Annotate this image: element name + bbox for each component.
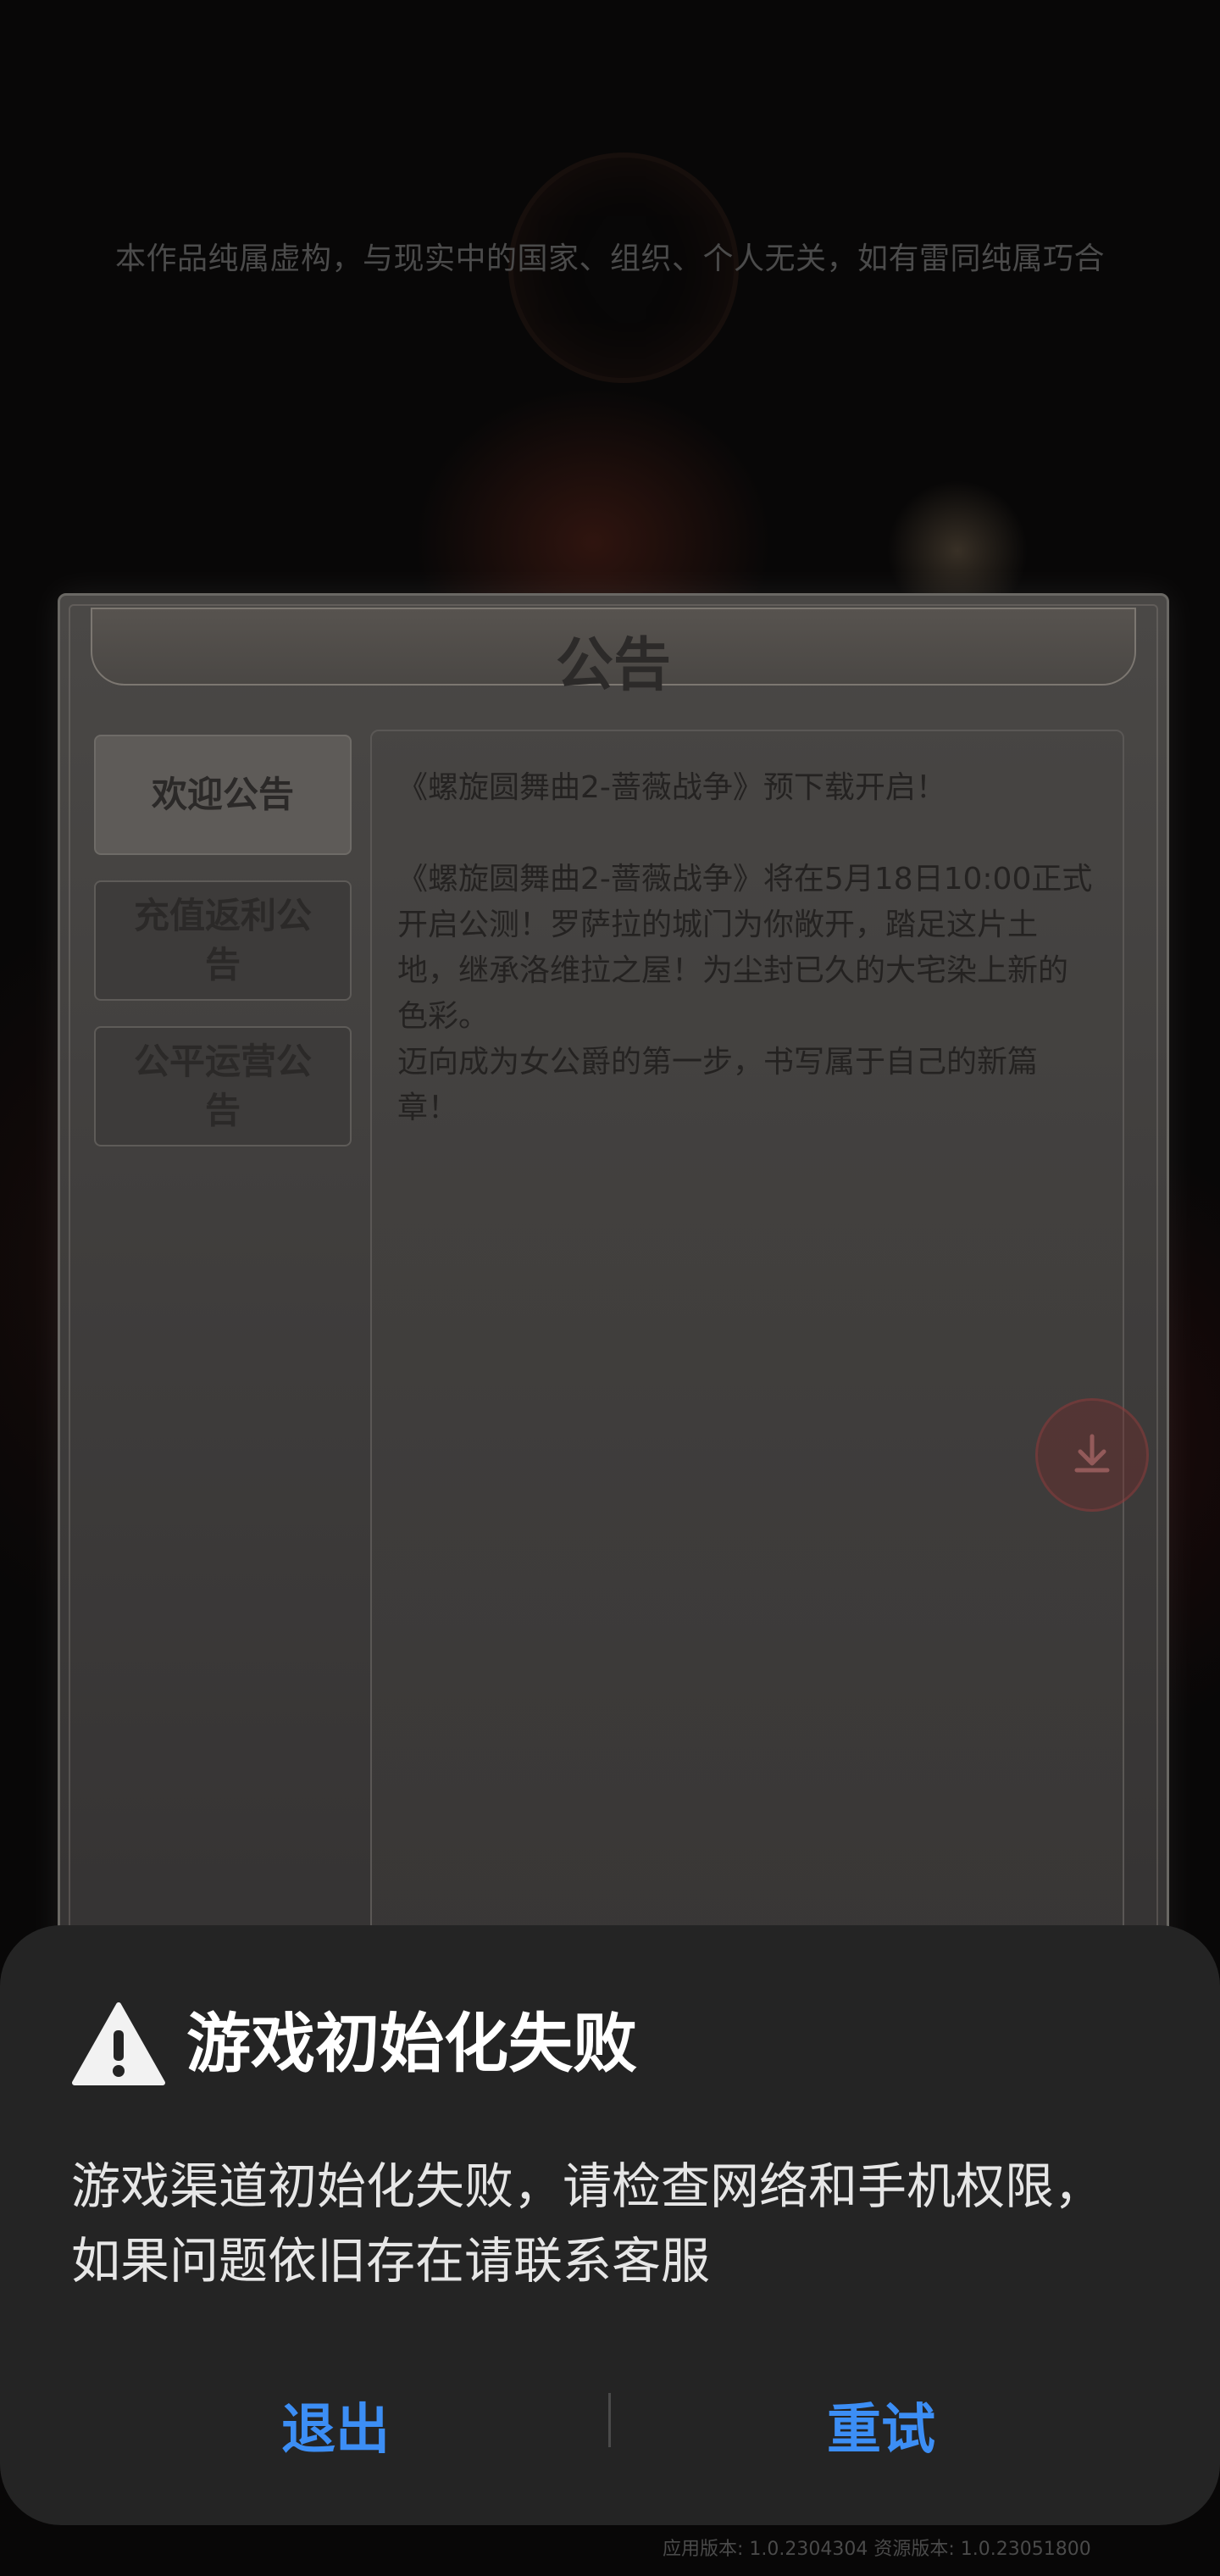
notice-panel: 公告 欢迎公告 充值返利公告 公平运营公告 《螺旋圆舞曲2-蔷薇战争》预下载开启… — [58, 593, 1169, 1971]
disclaimer-text: 本作品纯属虚构，与现实中的国家、组织、个人无关，如有雷同纯属巧合 — [114, 242, 1105, 276]
tab-recharge-rebate-notice[interactable]: 充值返利公告 — [94, 880, 352, 1001]
button-divider — [608, 2393, 611, 2447]
tab-fair-operation-notice[interactable]: 公平运营公告 — [94, 1026, 352, 1146]
notice-content: 《螺旋圆舞曲2-蔷薇战争》预下载开启！ 《螺旋圆舞曲2-蔷薇战争》将在5月18日… — [370, 730, 1124, 1950]
warning-icon — [72, 2002, 165, 2085]
retry-button[interactable]: 重试 — [644, 2374, 1118, 2476]
exit-button[interactable]: 退出 — [98, 2374, 573, 2476]
tab-welcome-notice[interactable]: 欢迎公告 — [94, 735, 352, 855]
notice-title: 公告 — [555, 631, 671, 699]
error-dialog: 游戏初始化失败 游戏渠道初始化失败，请检查网络和手机权限，如果问题依旧存在请联系… — [0, 1925, 1220, 2525]
dialog-message: 游戏渠道初始化失败，请检查网络和手机权限，如果问题依旧存在请联系客服 — [71, 2157, 1104, 2290]
notice-paragraph: 迈向成为女公爵的第一步，书写属于自己的新篇章！ — [397, 1045, 1039, 1125]
notice-headline: 《螺旋圆舞曲2-蔷薇战争》预下载开启！ — [397, 770, 946, 805]
download-icon — [1074, 1434, 1110, 1473]
download-button[interactable] — [1035, 1398, 1149, 1512]
notice-paragraph: 《螺旋圆舞曲2-蔷薇战争》将在5月18日10:00正式开启公测！罗萨拉的城门为你… — [397, 862, 1093, 1034]
dialog-title: 游戏初始化失败 — [186, 2006, 637, 2081]
version-info: 应用版本: 1.0.2304304 资源版本: 1.0.23051800 — [663, 2539, 1091, 2560]
notice-title-banner: 公告 — [91, 608, 1136, 699]
